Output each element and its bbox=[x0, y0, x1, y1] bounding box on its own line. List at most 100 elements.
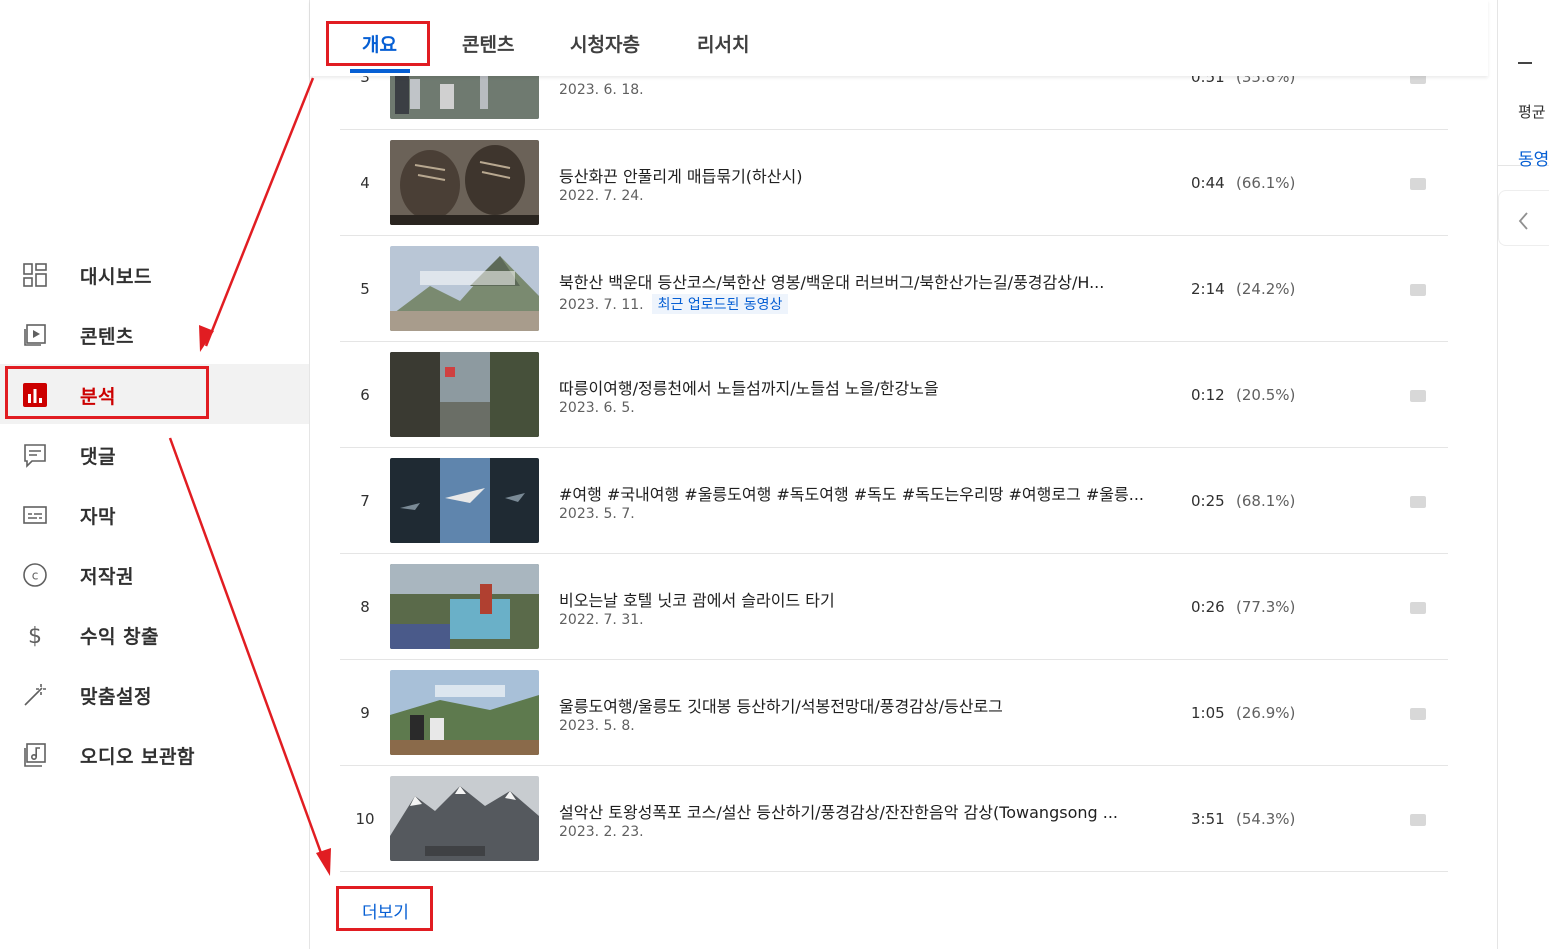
video-date: 2022. 7. 24. bbox=[559, 188, 644, 204]
table-row[interactable]: 6 따릉이여행/정릉천에서 노들섬까지/노들섬 노을/한강노을 2023. 6.… bbox=[340, 342, 1448, 448]
table-row[interactable]: 5 북한산 백운대 등산코스/북한산 영봉/백운대 러브버그/북한산가는길/풍경… bbox=[340, 236, 1448, 342]
row-rank: 10 bbox=[355, 810, 375, 828]
video-title[interactable]: 울릉도여행/울릉도 깃대봉 등산하기/석봉전망대/풍경감상/등산로그 bbox=[559, 693, 1159, 717]
tab-content[interactable]: 콘텐츠 bbox=[462, 30, 514, 57]
avg-view-duration: 0:44 bbox=[1191, 174, 1225, 192]
row-rank: 6 bbox=[360, 386, 370, 404]
sidebar-item-label: 수익 창출 bbox=[80, 626, 160, 648]
sidebar-item-label: 댓글 bbox=[80, 446, 116, 468]
video-date: 2023. 6. 18. bbox=[559, 82, 644, 98]
tab-audience[interactable]: 시청자층 bbox=[570, 30, 640, 57]
video-date: 2023. 5. 8. bbox=[559, 718, 635, 734]
avg-view-percent: (77.3%) bbox=[1236, 598, 1296, 616]
video-thumbnail[interactable] bbox=[390, 776, 539, 861]
content-icon bbox=[22, 322, 48, 348]
video-date: 2023. 5. 7. bbox=[559, 506, 635, 522]
video-date: 2023. 2. 23. bbox=[559, 824, 644, 840]
annotation-box-see-more bbox=[336, 886, 433, 931]
avg-view-duration: 1:05 bbox=[1191, 704, 1225, 722]
video-title[interactable]: 설악산 토왕성폭포 코스/설산 등산하기/풍경감상/잔잔한음악 감상(Towan… bbox=[559, 799, 1159, 823]
monetization-icon: $ bbox=[22, 622, 48, 648]
row-rank: 4 bbox=[360, 174, 370, 192]
video-date: 2022. 7. 31. bbox=[559, 612, 644, 628]
avg-view-duration: 0:12 bbox=[1191, 386, 1225, 404]
video-title[interactable]: #여행 #국내여행 #울릉도여행 #독도여행 #독도 #독도는우리땅 #여행로그… bbox=[559, 481, 1159, 505]
avg-view-percent: (66.1%) bbox=[1236, 174, 1296, 192]
video-thumbnail[interactable] bbox=[390, 140, 539, 225]
sidebar-item-customization[interactable]: 맞춤설정 bbox=[0, 664, 309, 724]
blurred-views-value bbox=[1410, 496, 1426, 508]
chevron-left-icon[interactable] bbox=[1514, 210, 1534, 232]
video-thumbnail[interactable] bbox=[390, 458, 539, 543]
video-title[interactable]: 비오는날 호텔 닛코 괌에서 슬라이드 타기 bbox=[559, 587, 1159, 611]
blurred-views-value bbox=[1410, 814, 1426, 826]
sidebar-item-label: 오디오 보관함 bbox=[80, 746, 195, 768]
svg-text:c: c bbox=[32, 569, 39, 583]
video-title[interactable]: 따릉이여행/정릉천에서 노들섬까지/노들섬 노을/한강노을 bbox=[559, 375, 1159, 399]
avg-view-duration: 0:25 bbox=[1191, 492, 1225, 510]
sidebar-item-monetization[interactable]: $ 수익 창출 bbox=[0, 604, 309, 664]
annotation-box-analytics bbox=[5, 366, 209, 419]
sidebar-item-copyright[interactable]: c 저작권 bbox=[0, 544, 309, 604]
video-date: 2023. 6. 5. bbox=[559, 400, 635, 416]
audio-library-icon bbox=[22, 742, 48, 768]
avg-view-percent: (54.3%) bbox=[1236, 810, 1296, 828]
blurred-views-value bbox=[1410, 602, 1426, 614]
video-thumbnail[interactable] bbox=[390, 352, 539, 437]
comments-icon bbox=[22, 442, 48, 468]
card-average-label: 평균 bbox=[1518, 103, 1546, 121]
tab-research[interactable]: 리서치 bbox=[697, 30, 749, 57]
video-title[interactable]: 북한산 백운대 등산코스/북한산 영봉/백운대 러브버그/북한산가는길/풍경감상… bbox=[559, 269, 1159, 293]
copyright-icon: c bbox=[22, 562, 48, 588]
subtitles-icon bbox=[22, 502, 48, 528]
card-fragment bbox=[1518, 62, 1532, 64]
svg-text:$: $ bbox=[28, 624, 42, 648]
row-rank: 8 bbox=[360, 598, 370, 616]
recent-upload-badge: 최근 업로드된 동영상 bbox=[651, 294, 789, 314]
analytics-tab-bar: 개요 콘텐츠 시청자층 리서치 bbox=[310, 0, 1488, 76]
card-link[interactable]: 동영 bbox=[1518, 145, 1549, 170]
blurred-views-value bbox=[1410, 178, 1426, 190]
table-row[interactable]: 10 설악산 토왕성폭포 코스/설산 등산하기/풍경감상/잔잔한음악 감상(To… bbox=[340, 766, 1448, 872]
sidebar-item-content[interactable]: 콘텐츠 bbox=[0, 304, 309, 364]
blurred-views-value bbox=[1410, 284, 1426, 296]
video-date: 2023. 7. 11. 최근 업로드된 동영상 bbox=[559, 294, 789, 314]
blurred-views-value bbox=[1410, 390, 1426, 402]
blurred-views-value bbox=[1410, 708, 1426, 720]
video-title[interactable]: 등산화끈 안풀리게 매듭묶기(하산시) bbox=[559, 163, 1159, 187]
sidebar-item-audio-library[interactable]: 오디오 보관함 bbox=[0, 724, 309, 784]
realtime-card: 평균 동영 bbox=[1498, 0, 1549, 170]
customization-icon bbox=[22, 682, 48, 708]
table-row[interactable]: 7 #여행 #국내여행 #울릉도여행 #독도여행 #독도 #독도는우리땅 #여행… bbox=[340, 448, 1448, 554]
sidebar-item-subtitles[interactable]: 자막 bbox=[0, 484, 309, 544]
sidebar-item-dashboard[interactable]: 대시보드 bbox=[0, 244, 309, 304]
sidebar: 대시보드 콘텐츠 분석 댓글 자막 c 저작권 $ 수익 창출 맞춤설정 오디오… bbox=[0, 0, 310, 949]
avg-view-percent: (68.1%) bbox=[1236, 492, 1296, 510]
row-rank: 7 bbox=[360, 492, 370, 510]
video-thumbnail[interactable] bbox=[390, 246, 539, 331]
arrow-to-see-more-head bbox=[316, 848, 331, 876]
sidebar-nav: 대시보드 콘텐츠 분석 댓글 자막 c 저작권 $ 수익 창출 맞춤설정 오디오… bbox=[0, 244, 309, 784]
video-thumbnail[interactable] bbox=[390, 564, 539, 649]
avg-view-duration: 3:51 bbox=[1191, 810, 1225, 828]
avg-view-percent: (26.9%) bbox=[1236, 704, 1296, 722]
avg-view-percent: (20.5%) bbox=[1236, 386, 1296, 404]
top-videos-table: 3 2023. 6. 18. 0:51 (35.8%) 4 등산화끈 안풀리게 … bbox=[340, 24, 1448, 872]
row-rank: 9 bbox=[360, 704, 370, 722]
sidebar-item-label: 대시보드 bbox=[80, 266, 152, 288]
sidebar-item-label: 저작권 bbox=[80, 566, 134, 588]
table-row[interactable]: 9 울릉도여행/울릉도 깃대봉 등산하기/석봉전망대/풍경감상/등산로그 202… bbox=[340, 660, 1448, 766]
sidebar-item-label: 콘텐츠 bbox=[80, 326, 134, 348]
avg-view-percent: (24.2%) bbox=[1236, 280, 1296, 298]
right-panel: 평균 동영 bbox=[1497, 0, 1549, 949]
sidebar-item-comments[interactable]: 댓글 bbox=[0, 424, 309, 484]
avg-view-duration: 0:26 bbox=[1191, 598, 1225, 616]
sidebar-item-label: 맞춤설정 bbox=[80, 686, 152, 708]
table-row[interactable]: 8 비오는날 호텔 닛코 괌에서 슬라이드 타기 2022. 7. 31. 0:… bbox=[340, 554, 1448, 660]
video-thumbnail[interactable] bbox=[390, 670, 539, 755]
sidebar-item-label: 자막 bbox=[80, 506, 116, 528]
dashboard-icon bbox=[22, 262, 48, 288]
annotation-box-overview-tab bbox=[326, 21, 430, 66]
row-rank: 5 bbox=[360, 280, 370, 298]
table-row[interactable]: 4 등산화끈 안풀리게 매듭묶기(하산시) 2022. 7. 24. 0:44 … bbox=[340, 130, 1448, 236]
